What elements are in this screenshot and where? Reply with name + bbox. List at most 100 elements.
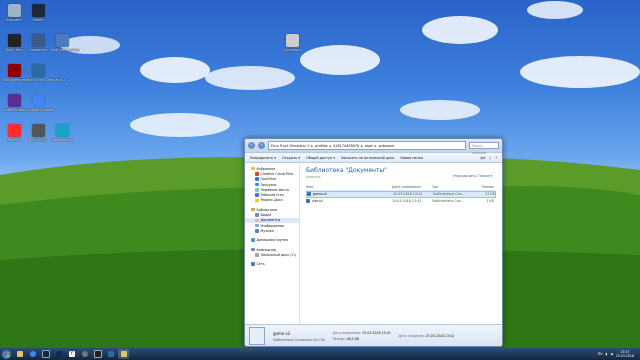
unity-icon xyxy=(31,124,45,137)
breadcrumb-autosave[interactable]: autosave xyxy=(378,144,394,148)
volume-icon[interactable]: ◀ xyxy=(610,352,612,356)
arrange-by[interactable]: Упорядочить: Папка ▾ xyxy=(453,174,492,178)
disk-icon xyxy=(255,253,259,257)
navigation-pane: Избранное Creative Cloud Files OneDrive … xyxy=(245,163,300,324)
ets2-icon xyxy=(31,64,45,77)
column-type[interactable]: Тип xyxy=(432,185,474,189)
desktop-icon-chrome[interactable]: Google Chrome xyxy=(27,94,53,112)
start-button[interactable] xyxy=(0,348,12,360)
unity-icon xyxy=(93,350,102,358)
address-bar[interactable]: Euro Truck Simulator 2 ▸ profiles ▸ 42617A… xyxy=(268,141,466,150)
video-icon xyxy=(255,213,259,217)
desktop-icon-visual-studio[interactable]: Visual Studio xyxy=(3,94,25,112)
help-icon[interactable]: ? xyxy=(495,156,497,160)
system-tray: RU ▮ ◀ 13:47 25.03.2018 xyxy=(598,350,640,358)
breadcrumb-ets2[interactable]: Euro Truck Simulator 2 xyxy=(271,144,309,148)
new-folder-button[interactable]: Новая папка xyxy=(400,156,422,160)
arrange-value[interactable]: Папка ▾ xyxy=(478,174,492,178)
search-input[interactable]: Поиск: autosave xyxy=(469,142,499,155)
library-title: Библиотека "Документы" xyxy=(306,167,387,174)
desktop-icon-unity-2017[interactable]: Unity 2017 xyxy=(27,124,49,142)
taskbar-chrome[interactable] xyxy=(27,349,38,359)
recent-icon xyxy=(255,188,259,192)
breadcrumb-profiles[interactable]: profiles xyxy=(315,144,327,148)
unity-icon xyxy=(7,34,21,47)
preview-pane-icon[interactable]: ▯ xyxy=(489,156,491,160)
language-indicator[interactable]: RU xyxy=(598,352,603,356)
taskbar-photoshop[interactable] xyxy=(53,349,64,359)
music-icon xyxy=(255,229,259,233)
taskbar: Y RU ▮ ◀ 13:47 25.03.2018 xyxy=(0,348,640,360)
chrome-icon xyxy=(31,94,45,107)
yandex-icon xyxy=(7,124,21,137)
folder-icon xyxy=(31,34,45,47)
steam-icon xyxy=(41,350,50,358)
clock[interactable]: 13:47 25.03.2018 xyxy=(616,350,634,358)
details-file-name: game.sii xyxy=(273,330,290,336)
recycle-bin-icon xyxy=(7,4,21,17)
content-pane: Библиотека "Документы" autosave Упорядоч… xyxy=(300,163,502,324)
column-name[interactable]: Имя xyxy=(306,185,392,189)
taskbar-yandex[interactable]: Y xyxy=(66,349,77,359)
windows-logo-icon xyxy=(1,349,11,359)
photoshop-icon xyxy=(55,351,62,357)
file-row-info-sii[interactable]: info.sii 25.03.2018 13:42 SoftInterface … xyxy=(306,198,496,205)
desktop-icon-unity-hub[interactable]: Unity Hub xyxy=(3,34,25,52)
msi-afterburner-icon xyxy=(7,64,21,77)
network-icon xyxy=(251,262,255,266)
explorer-window: ‹ › Euro Truck Simulator 2 ▸ profiles ▸ 42… xyxy=(244,138,503,347)
file-icon xyxy=(306,198,310,203)
desktop-icon-msi-afterburner[interactable]: MSI Afterburner xyxy=(3,64,30,82)
desktop-icon-malwarebytes[interactable]: Malwarebytes xyxy=(51,124,75,142)
homegroup-icon xyxy=(251,238,255,242)
organize-button[interactable]: Упорядочить ▾ xyxy=(250,156,276,160)
back-button[interactable]: ‹ xyxy=(248,142,255,149)
desktop-icon-recycle-bin[interactable]: Корзина xyxy=(3,4,25,22)
desktop-icon xyxy=(255,193,259,197)
taskbar-ets2[interactable] xyxy=(105,349,116,359)
taskbar-explorer[interactable] xyxy=(14,349,25,359)
details-file-type: SoftInterface Conversion Ink File xyxy=(273,337,325,342)
details-modified: 25.03.2018 13:42 xyxy=(362,331,391,335)
network-icon[interactable]: ▮ xyxy=(606,352,608,356)
visual-studio-icon xyxy=(7,94,21,107)
chrome-icon xyxy=(29,351,36,357)
details-pane: game.sii SoftInterface Conversion Ink Fi… xyxy=(245,324,502,346)
library-icon xyxy=(251,207,255,212)
taskbar-media[interactable] xyxy=(79,349,90,359)
downloads-icon xyxy=(255,182,259,187)
open-button[interactable]: Открыть ▾ xyxy=(282,156,300,160)
ets2-icon xyxy=(107,351,114,357)
burn-button[interactable]: Записать на оптический диск xyxy=(341,156,394,160)
creative-cloud-icon xyxy=(255,172,259,176)
address-row: ‹ › Euro Truck Simulator 2 ▸ profiles ▸ 42… xyxy=(245,139,502,155)
taskbar-unity[interactable] xyxy=(92,349,103,359)
nav-network[interactable]: Сеть xyxy=(245,261,299,266)
desktop-icon-yandex[interactable]: Яндекс xyxy=(3,124,25,142)
forward-button[interactable]: › xyxy=(258,142,265,149)
desktop-icon-save[interactable]: Сохранить xyxy=(27,34,49,52)
desktop-icon-screenshot[interactable]: Скриншот xyxy=(281,34,303,52)
computer-icon xyxy=(251,247,255,252)
file-icon xyxy=(307,192,311,197)
desktop-icon-ets2[interactable]: Euro Truck Simulator 2 xyxy=(27,64,65,82)
breadcrumb-save[interactable]: save xyxy=(365,144,373,148)
desktop-icon-computer[interactable]: Мой компьютер xyxy=(51,34,79,52)
taskbar-steam[interactable] xyxy=(40,349,51,359)
column-size[interactable]: Размер xyxy=(474,185,494,189)
media-icon xyxy=(81,351,88,357)
column-date[interactable]: Дата изменения xyxy=(392,185,432,189)
star-icon xyxy=(251,166,255,171)
yandex-icon: Y xyxy=(68,351,75,357)
desktop-icon-steam[interactable]: Steam xyxy=(27,4,49,22)
file-preview-icon xyxy=(249,327,265,345)
view-options-icon[interactable]: ▤▾ xyxy=(480,156,485,160)
command-bar: Упорядочить ▾ Открыть ▾ Общий доступ ▾ З… xyxy=(245,152,502,163)
cloud-icon xyxy=(255,177,259,181)
share-button[interactable]: Общий доступ ▾ xyxy=(306,156,335,160)
steam-icon xyxy=(31,4,45,17)
details-created: 25.03.2018 13:42 xyxy=(425,334,455,338)
yandex-disk-icon xyxy=(255,198,259,203)
breadcrumb-profile-id[interactable]: 42617A4F6678 xyxy=(333,144,359,148)
taskbar-explorer-window[interactable] xyxy=(118,349,129,359)
